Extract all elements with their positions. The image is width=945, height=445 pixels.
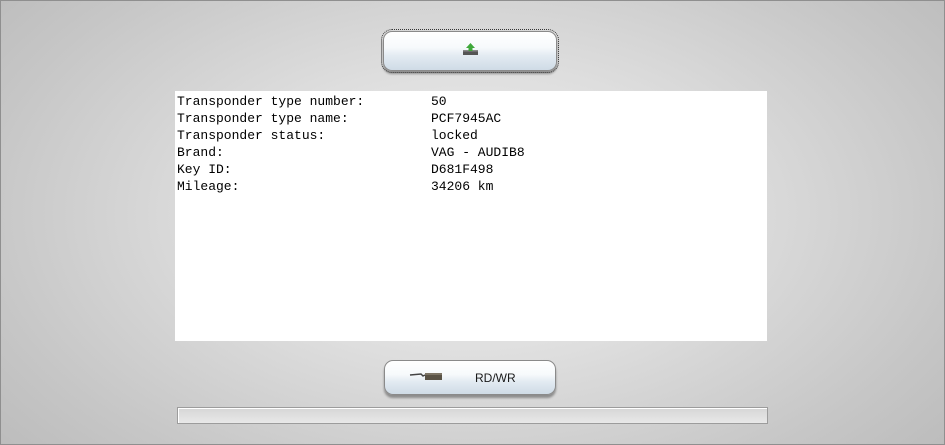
info-row-type-number: Transponder type number: 50 — [177, 93, 765, 110]
info-row-brand: Brand: VAG - AUDIB8 — [177, 144, 765, 161]
info-value: PCF7945AC — [431, 111, 502, 126]
info-value: D681F498 — [431, 162, 494, 177]
info-value: 34206 km — [431, 179, 494, 194]
info-label: Transponder type name: — [177, 111, 349, 126]
info-label: Brand: — [177, 145, 224, 160]
read-transponder-button[interactable] — [381, 29, 559, 73]
rdwr-button[interactable]: RD/WR — [384, 360, 556, 395]
key-reader-icon — [409, 373, 442, 380]
info-label: Mileage: — [177, 179, 240, 194]
info-value: locked — [431, 128, 478, 143]
info-value: VAG - AUDIB8 — [431, 145, 525, 160]
info-label: Transponder status: — [177, 128, 326, 143]
info-row-type-name: Transponder type name: PCF7945AC — [177, 110, 765, 127]
info-row-key-id: Key ID: D681F498 — [177, 161, 765, 178]
info-row-mileage: Mileage: 34206 km — [177, 178, 765, 195]
info-label: Key ID: — [177, 162, 232, 177]
info-value: 50 — [431, 94, 447, 109]
rdwr-label: RD/WR — [475, 371, 516, 385]
info-row-status: Transponder status: locked — [177, 127, 765, 144]
info-label: Transponder type number: — [177, 94, 365, 109]
progress-bar — [177, 407, 768, 424]
transponder-info-panel: Transponder type number: 50 Transponder … — [175, 91, 767, 341]
upload-arrow-icon — [463, 43, 478, 55]
